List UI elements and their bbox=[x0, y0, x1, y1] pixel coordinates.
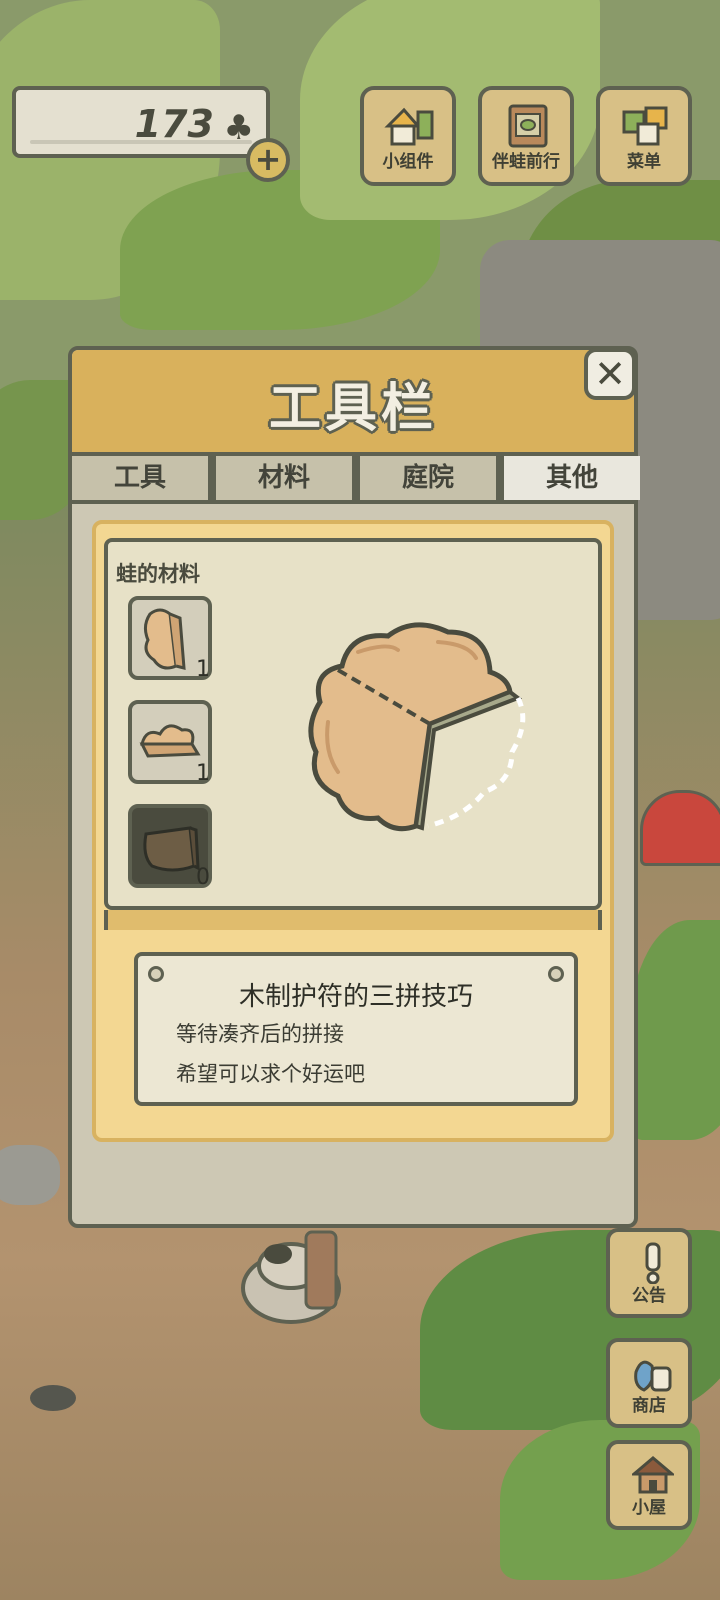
journey-label: 伴蛙前行 bbox=[492, 152, 560, 172]
menu-button[interactable]: 菜单 bbox=[596, 86, 692, 186]
material-count: 0 bbox=[196, 865, 210, 890]
content-frame: 蛙的材料 1 1 0 木制护符的三拼技巧 等待凑齐后的拼接 希望可以求个好运吧 bbox=[92, 520, 614, 1142]
tab-bar: 工具 材料 庭院 其他 bbox=[72, 452, 640, 504]
divider-band bbox=[104, 910, 602, 930]
rock bbox=[30, 1385, 76, 1411]
frog-character[interactable] bbox=[236, 1226, 346, 1326]
material-count: 1 bbox=[196, 657, 210, 682]
description-card: 木制护符的三拼技巧 等待凑齐后的拼接 希望可以求个好运吧 bbox=[134, 952, 578, 1106]
wood-charm-preview bbox=[308, 622, 526, 832]
materials-area: 蛙的材料 1 1 0 bbox=[104, 538, 602, 910]
panel-title: 工具栏 bbox=[268, 379, 437, 439]
house-label: 小屋 bbox=[632, 1498, 666, 1518]
material-item[interactable]: 1 bbox=[128, 700, 212, 786]
notice-label: 公告 bbox=[632, 1286, 666, 1306]
tab-other[interactable]: 其他 bbox=[504, 456, 640, 500]
mailbox[interactable] bbox=[640, 790, 720, 866]
notice-button[interactable]: 公告 bbox=[606, 1228, 692, 1318]
menu-label: 菜单 bbox=[627, 152, 661, 172]
toolbar-panel: 工具栏 工具 材料 庭院 其他 蛙的材料 1 1 0 木制护符的三拼技巧 等待凑… bbox=[68, 346, 640, 1228]
shop-bag-icon bbox=[634, 1360, 672, 1392]
journey-button[interactable]: 伴蛙前行 bbox=[478, 86, 574, 186]
panel-header: 工具栏 bbox=[72, 350, 634, 456]
add-clover-button[interactable]: + bbox=[246, 138, 290, 182]
description-line: 等待凑齐后的拼接 bbox=[176, 1022, 344, 1046]
material-item[interactable]: 1 bbox=[128, 596, 212, 682]
menu-cards-icon bbox=[622, 106, 668, 146]
section-label: 蛙的材料 bbox=[116, 562, 200, 586]
journey-book-icon bbox=[508, 104, 548, 148]
clover-bar bbox=[30, 140, 252, 144]
tab-garden[interactable]: 庭院 bbox=[360, 456, 496, 500]
widget-label: 小组件 bbox=[382, 152, 434, 172]
description-line: 希望可以求个好运吧 bbox=[176, 1062, 365, 1086]
material-count: 1 bbox=[196, 761, 210, 786]
rock bbox=[0, 1145, 60, 1205]
widget-button[interactable]: 小组件 bbox=[360, 86, 456, 186]
shop-label: 商店 bbox=[632, 1396, 666, 1416]
clover-counter: 173 ♣ bbox=[12, 86, 270, 158]
tab-tools[interactable]: 工具 bbox=[72, 456, 208, 500]
close-button[interactable]: ✕ bbox=[584, 348, 636, 400]
material-item[interactable]: 0 bbox=[128, 804, 212, 890]
description-title: 木制护符的三拼技巧 bbox=[238, 982, 473, 1012]
exclamation-icon bbox=[645, 1242, 661, 1284]
shop-button[interactable]: 商店 bbox=[606, 1338, 692, 1428]
tab-materials[interactable]: 材料 bbox=[216, 456, 352, 500]
house-button[interactable]: 小屋 bbox=[606, 1440, 692, 1530]
widget-icon bbox=[384, 107, 434, 146]
house-icon bbox=[632, 1456, 674, 1494]
